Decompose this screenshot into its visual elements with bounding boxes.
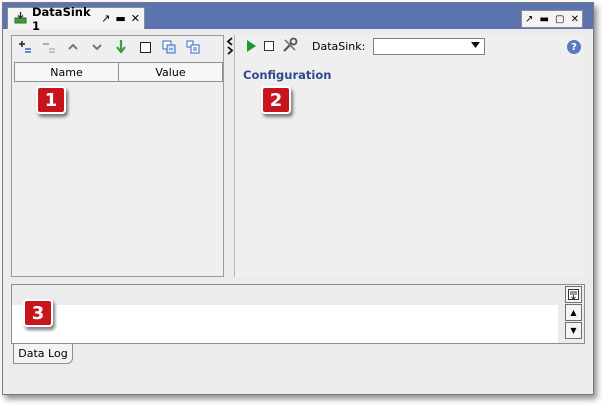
copy-icon[interactable] — [160, 38, 178, 56]
window-maximize-icon[interactable]: ▢ — [555, 14, 564, 25]
window-pin-icon[interactable]: ↗ — [525, 14, 533, 25]
paste-icon[interactable] — [184, 38, 202, 56]
main-content: Name Value DataSink: ? Configuration — [11, 31, 585, 277]
property-toolbar — [12, 36, 223, 58]
configuration-heading: Configuration — [243, 68, 332, 82]
title-bar: DataSink 1 ↗ ▬ ✕ ↗ ▬ ▢ ✕ — [3, 3, 593, 33]
tab-data-log[interactable]: Data Log — [13, 344, 73, 364]
stop-square-icon[interactable] — [136, 38, 154, 56]
log-options-icon[interactable] — [565, 286, 582, 303]
datasink-window: DataSink 1 ↗ ▬ ✕ ↗ ▬ ▢ ✕ Name Value Data… — [2, 2, 594, 395]
datasink-label: DataSink: — [312, 39, 366, 53]
chevron-down-icon — [471, 41, 481, 51]
settings-tools-icon[interactable] — [282, 37, 298, 56]
data-log-panel: ▲ ▼ — [11, 284, 585, 344]
stop-icon[interactable] — [264, 41, 274, 51]
column-header-value[interactable]: Value — [119, 63, 222, 81]
scroll-up-icon[interactable]: ▲ — [565, 304, 582, 321]
minimize-icon[interactable]: ▬ — [115, 12, 125, 25]
column-header-name[interactable]: Name — [15, 63, 119, 81]
close-icon[interactable]: ✕ — [131, 12, 140, 25]
window-minimize-icon[interactable]: ▬ — [540, 14, 549, 25]
tab-title: DataSink 1 — [32, 4, 91, 33]
help-icon[interactable]: ? — [567, 40, 581, 54]
tab-datasink[interactable]: DataSink 1 ↗ ▬ ✕ — [7, 5, 145, 33]
move-down-icon[interactable] — [88, 38, 106, 56]
sink-toolbar: DataSink: — [235, 35, 585, 57]
scroll-down-icon[interactable]: ▼ — [565, 322, 582, 339]
play-icon[interactable] — [247, 40, 256, 52]
splitter-collapse-arrows[interactable] — [226, 37, 234, 57]
callout-badge-1: 1 — [36, 86, 66, 114]
window-close-icon[interactable]: ✕ — [571, 14, 579, 25]
datasink-select[interactable] — [373, 37, 486, 55]
pin-icon[interactable]: ↗ — [101, 12, 110, 25]
import-arrow-icon[interactable] — [112, 38, 130, 56]
data-log-output[interactable] — [12, 305, 558, 343]
add-property-icon[interactable] — [16, 38, 34, 56]
callout-badge-3: 3 — [23, 299, 53, 327]
window-controls: ↗ ▬ ▢ ✕ — [521, 10, 583, 28]
property-panel: Name Value — [11, 35, 224, 277]
datasink-icon — [14, 11, 27, 27]
remove-property-icon[interactable] — [40, 38, 58, 56]
callout-badge-2: 2 — [261, 86, 291, 114]
configuration-panel: DataSink: ? Configuration — [234, 35, 585, 277]
log-scrollbar[interactable]: ▲ ▼ — [565, 286, 582, 342]
property-grid-header: Name Value — [14, 62, 223, 82]
move-up-icon[interactable] — [64, 38, 82, 56]
